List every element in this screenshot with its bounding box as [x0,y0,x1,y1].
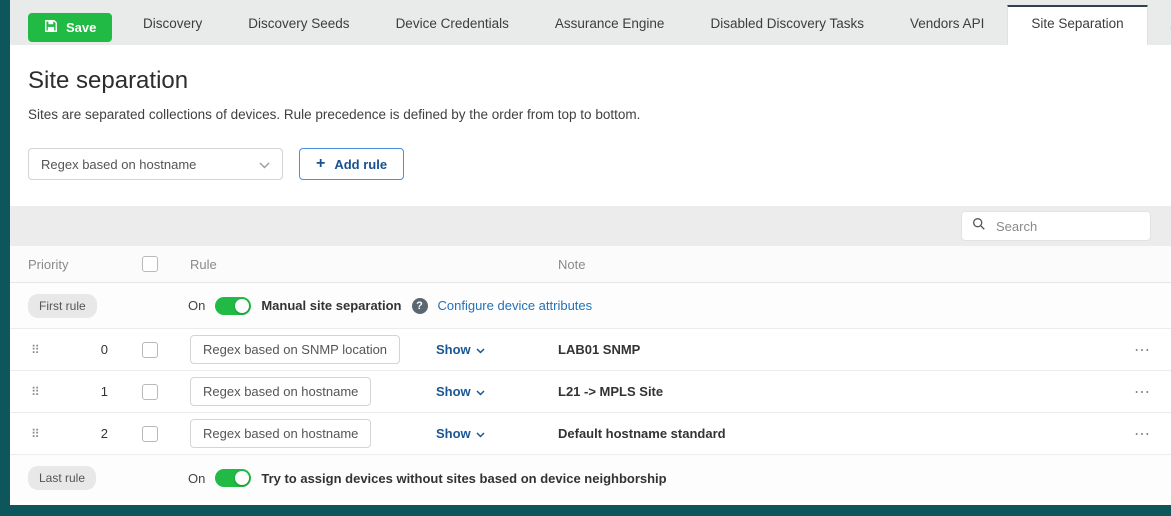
show-label: Show [436,342,471,357]
search-box [961,211,1151,241]
row-menu-icon[interactable]: ⋯ [1134,382,1153,402]
chevron-down-icon [476,384,485,399]
search-icon [972,217,986,236]
table-row: ⠿ 1 Regex based on hostname Show L21 -> … [10,371,1171,413]
tab-assurance-engine[interactable]: Assurance Engine [532,16,688,45]
table-toolbar [10,206,1171,246]
manual-site-separation-toggle[interactable] [215,297,251,315]
rule-note: L21 -> MPLS Site [550,384,1097,399]
toggle-state-label: On [188,298,205,313]
add-rule-button[interactable]: + Add rule [299,148,404,180]
rule-controls: Regex based on hostname + Add rule [28,148,1153,180]
help-icon[interactable]: ? [412,298,428,314]
table-header-row: Priority Rule Note [10,246,1171,283]
plus-icon: + [316,156,325,172]
rule-note: LAB01 SNMP [550,342,1097,357]
table-row: ⠿ 0 Regex based on SNMP location Show LA… [10,329,1171,371]
first-rule-row: First rule On Manual site separation ? C… [10,283,1171,329]
tab-vendors-api[interactable]: Vendors API [887,16,1007,45]
show-rule-link[interactable]: Show [430,384,550,399]
show-rule-link[interactable]: Show [430,342,550,357]
tab-disabled-discovery-tasks[interactable]: Disabled Discovery Tasks [687,16,887,45]
rule-type-box[interactable]: Regex based on hostname [190,377,371,406]
select-all-checkbox[interactable] [142,256,158,272]
neighborship-assign-toggle[interactable] [215,469,251,487]
priority-value: 1 [101,384,122,399]
header-priority: Priority [28,257,122,272]
header-note: Note [550,257,1097,272]
search-input[interactable] [994,218,1140,235]
bottom-chrome-strip [0,505,1171,516]
row-menu-icon[interactable]: ⋯ [1134,424,1153,444]
table-row: ⠿ 2 Regex based on hostname Show Default… [10,413,1171,455]
left-nav-strip [0,0,10,516]
last-rule-title: Try to assign devices without sites base… [261,471,666,486]
priority-value: 2 [101,426,122,441]
row-menu-icon[interactable]: ⋯ [1134,340,1153,360]
top-tab-bar: Save Discovery Discovery Seeds Device Cr… [10,0,1171,45]
toggle-state-label: On [188,471,205,486]
last-rule-main: On Try to assign devices without sites b… [176,469,1153,487]
rule-note: Default hostname standard [550,426,1097,441]
tab-advanced-cli[interactable]: Advanced CLI [1148,16,1171,45]
header-rule: Rule [178,257,430,272]
tab-discovery-seeds[interactable]: Discovery Seeds [225,16,372,45]
first-rule-badge: First rule [28,294,97,318]
save-button-label: Save [66,20,96,35]
main-content: Site separation Sites are separated coll… [10,45,1171,505]
rule-type-dropdown[interactable]: Regex based on hostname [28,148,283,180]
first-rule-main: On Manual site separation ? Configure de… [176,297,1153,315]
configure-device-attributes-link[interactable]: Configure device attributes [438,298,593,313]
tab-discovery[interactable]: Discovery [120,16,225,45]
show-label: Show [436,384,471,399]
show-rule-link[interactable]: Show [430,426,550,441]
page-subtitle: Sites are separated collections of devic… [28,107,1153,122]
first-rule-title: Manual site separation [261,298,401,313]
site-separation-screen: Save Discovery Discovery Seeds Device Cr… [0,0,1171,516]
chevron-down-icon [476,342,485,357]
tab-site-separation[interactable]: Site Separation [1007,5,1147,45]
drag-handle-icon[interactable]: ⠿ [28,385,52,399]
row-checkbox[interactable] [142,384,158,400]
drag-handle-icon[interactable]: ⠿ [28,427,52,441]
last-rule-badge: Last rule [28,466,96,490]
priority-value: 0 [101,342,122,357]
add-rule-label: Add rule [334,157,387,172]
save-floppy-icon [44,19,58,36]
chevron-down-icon [259,157,270,172]
rule-type-selected-value: Regex based on hostname [41,157,196,172]
rule-type-box[interactable]: Regex based on SNMP location [190,335,400,364]
page-title: Site separation [28,67,1153,95]
drag-handle-icon[interactable]: ⠿ [28,343,52,357]
show-label: Show [436,426,471,441]
tab-strip: Discovery Discovery Seeds Device Credent… [120,0,1171,45]
rule-type-box[interactable]: Regex based on hostname [190,419,371,448]
save-button[interactable]: Save [28,13,112,42]
tab-device-credentials[interactable]: Device Credentials [373,16,532,45]
row-checkbox[interactable] [142,342,158,358]
row-checkbox[interactable] [142,426,158,442]
page-header: Site separation Sites are separated coll… [10,45,1171,122]
chevron-down-icon [476,426,485,441]
last-rule-row: Last rule On Try to assign devices witho… [10,455,1171,501]
